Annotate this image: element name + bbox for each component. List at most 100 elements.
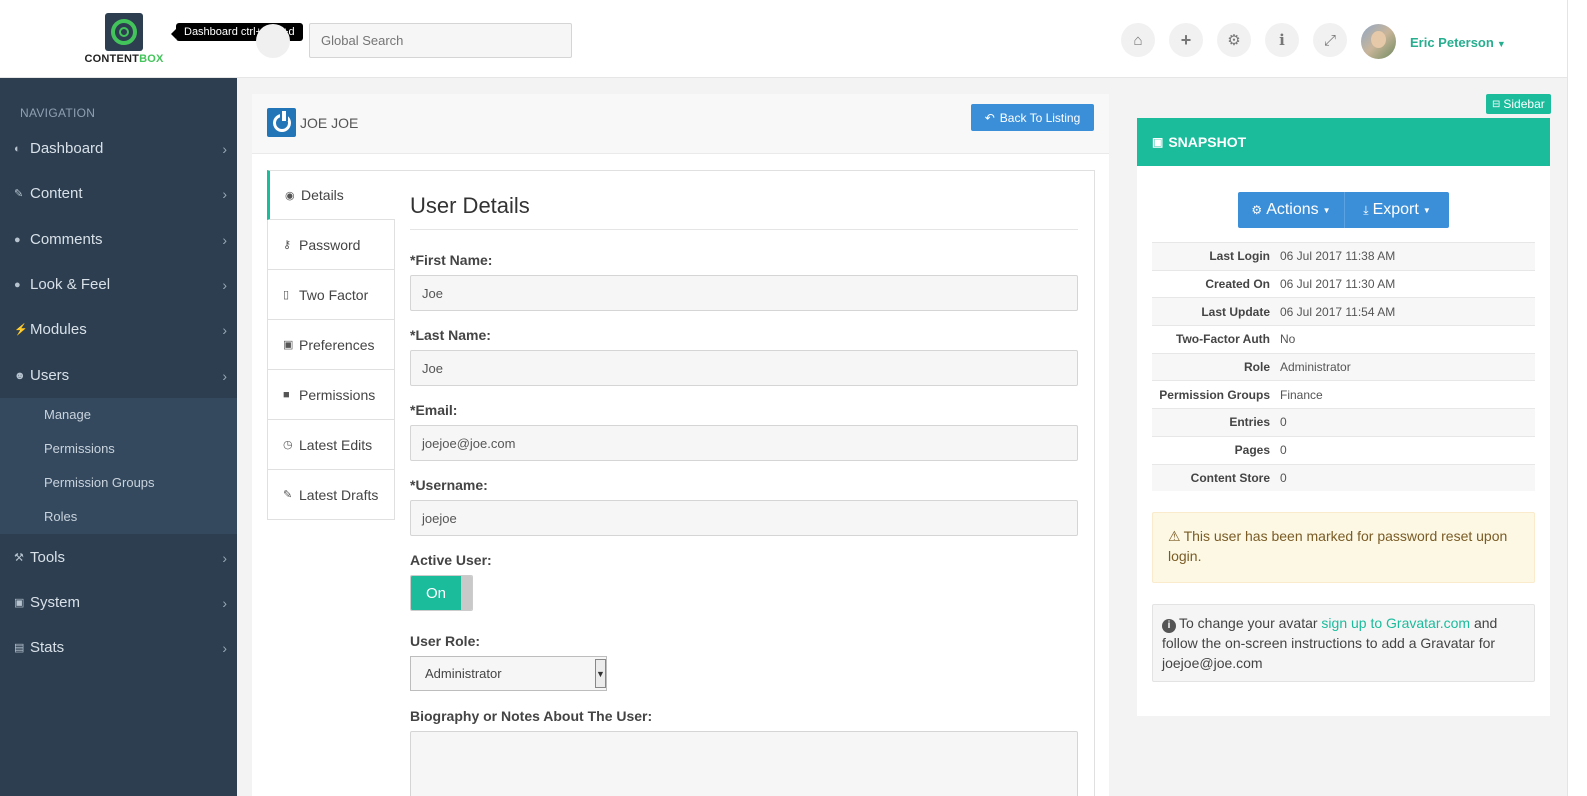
briefcase-icon: ▣ <box>14 597 25 609</box>
reply-icon: ↶ <box>984 110 995 125</box>
subnav-item-permission-groups[interactable]: Permission Groups <box>44 475 155 490</box>
snapshot-info-table: Last Login 06 Jul 2017 11:38 AM Created O… <box>1152 242 1535 492</box>
chevron-right-icon: › <box>222 367 227 384</box>
tab-password[interactable]: ⚷ Password <box>267 220 395 270</box>
back-to-listing-button[interactable]: ↶ Back To Listing <box>971 104 1094 131</box>
active-user-toggle[interactable]: On <box>410 575 473 611</box>
sidebar-item-modules[interactable]: ⚡ Modules › <box>0 307 237 352</box>
email-input[interactable]: joejoe@joe.com <box>410 425 1078 461</box>
gravatar-link[interactable]: sign up to Gravatar.com <box>1321 615 1470 631</box>
tab-preferences[interactable]: ▣ Preferences <box>267 320 395 370</box>
active-user-label: Active User: <box>410 552 492 568</box>
warning-icon: ⚠ <box>1168 528 1181 544</box>
chevron-right-icon: › <box>222 185 227 202</box>
mobile-icon: ▯ <box>283 289 290 301</box>
pencil-icon: ✎ <box>14 188 24 200</box>
sidebar-item-users[interactable]: ☻ Users › <box>0 353 237 398</box>
details-form: User Details *First Name: Joe *Last Name… <box>395 170 1095 796</box>
sidebar-item-content[interactable]: ✎ Content › <box>0 171 237 216</box>
tint-icon: ● <box>14 278 21 291</box>
clock-icon: ◷ <box>283 439 293 451</box>
sidebar-item-comments[interactable]: ● Comments › <box>0 217 237 262</box>
chevron-right-icon: › <box>222 140 227 157</box>
actions-button[interactable]: ⚙ Actions ▼ <box>1238 192 1345 228</box>
bolt-icon: ⚡ <box>14 324 28 336</box>
dashboard-icon: ◐ <box>14 142 21 155</box>
info-row: Role Administrator <box>1152 352 1535 381</box>
logo-text: CONTENTBOX <box>84 53 164 65</box>
user-role-label: User Role: <box>410 633 481 649</box>
tab-two-factor[interactable]: ▯ Two Factor <box>267 270 395 320</box>
users-subnav: Manage Permissions Permission Groups Rol… <box>0 398 237 534</box>
export-button[interactable]: ⤓ Export ▼ <box>1345 192 1449 228</box>
nav-title: NAVIGATION <box>20 106 96 120</box>
avatar[interactable] <box>1361 24 1396 59</box>
email-label: *Email: <box>410 402 458 418</box>
last-name-input[interactable]: Joe <box>410 350 1078 386</box>
caret-down-icon: ▼ <box>1422 205 1431 215</box>
subnav-item-roles[interactable]: Roles <box>44 509 77 524</box>
first-name-input[interactable]: Joe <box>410 275 1078 311</box>
info-circle-icon: i <box>1162 619 1176 633</box>
user-menu[interactable]: Eric Peterson ▼ <box>1410 35 1506 50</box>
download-icon: ⤓ <box>1363 202 1369 217</box>
tab-permissions[interactable]: ■ Permissions <box>267 370 395 420</box>
panel-header: JOE JOE ↶ Back To Listing <box>252 94 1109 154</box>
key-icon: ⚷ <box>283 239 292 251</box>
user-role-select[interactable]: Administrator ▼ <box>410 656 607 691</box>
sidebar-item-dashboard[interactable]: ◐ Dashboard › <box>0 126 237 171</box>
tab-details[interactable]: ◉ Details <box>267 170 395 220</box>
global-search-input[interactable] <box>309 23 572 58</box>
page-title: JOE JOE <box>300 115 359 131</box>
caret-down-icon: ▼ <box>1322 205 1331 215</box>
info-row: Pages 0 <box>1152 435 1535 464</box>
expand-icon[interactable]: ⤢ <box>1313 23 1347 57</box>
gears-icon: ⚙ <box>1251 203 1263 217</box>
sidebar-item-tools[interactable]: ⚒ Tools › <box>0 535 237 580</box>
toggle-handle <box>461 576 472 610</box>
section-title: User Details <box>410 193 530 218</box>
info-row: Last Update 06 Jul 2017 11:54 AM <box>1152 297 1535 326</box>
pencil-icon: ✎ <box>283 489 293 501</box>
sidebar-item-stats[interactable]: ▤ Stats › <box>0 625 237 670</box>
caret-down-icon: ▼ <box>1496 39 1506 49</box>
top-header: CONTENTBOX Dashboard ctrl+shift+d ⌂ + ⚙ … <box>0 0 1567 78</box>
home-icon[interactable]: ⌂ <box>1121 23 1155 57</box>
search-toggle-button[interactable] <box>256 24 290 58</box>
page-scrollbar[interactable] <box>1567 0 1587 796</box>
sidebar-toggle-button[interactable]: ⊟ Sidebar <box>1486 94 1551 114</box>
sidebar-item-system[interactable]: ▣ System › <box>0 580 237 625</box>
first-name-label: *First Name: <box>410 252 493 268</box>
subnav-item-permissions[interactable]: Permissions <box>44 441 115 456</box>
plus-icon[interactable]: + <box>1169 23 1203 57</box>
section-divider <box>410 229 1078 230</box>
last-name-label: *Last Name: <box>410 327 491 343</box>
password-reset-warning: ⚠ This user has been marked for password … <box>1152 512 1535 583</box>
biography-label: Biography or Notes About The User: <box>410 708 653 724</box>
wrench-icon: ⚒ <box>14 552 24 564</box>
info-row: Last Login 06 Jul 2017 11:38 AM <box>1152 242 1535 270</box>
info-row: Permission Groups Finance <box>1152 380 1535 408</box>
tab-latest-edits[interactable]: ◷ Latest Edits <box>267 420 395 470</box>
gear-icon[interactable]: ⚙ <box>1217 23 1251 57</box>
eye-icon: ◉ <box>285 189 295 202</box>
info-icon[interactable]: i <box>1265 23 1299 57</box>
biography-textarea[interactable] <box>410 731 1078 796</box>
sidebar-nav: NAVIGATION ◐ Dashboard › ✎ Content › ● Commen… <box>0 78 237 796</box>
user-icon: ☻ <box>14 369 26 382</box>
gravatar-info: i To change your avatar sign up to Gravat… <box>1152 604 1535 682</box>
sidebar-item-look-feel[interactable]: ● Look & Feel › <box>0 262 237 307</box>
minus-square-icon: ⊟ <box>1492 98 1501 110</box>
subnav-item-manage[interactable]: Manage <box>44 407 91 422</box>
info-row: Two-Factor Auth No <box>1152 325 1535 353</box>
contentbox-logo[interactable]: CONTENTBOX <box>79 13 169 65</box>
lock-icon: ■ <box>283 388 290 401</box>
info-row: Content Store 0 <box>1152 463 1535 492</box>
info-row: Created On 06 Jul 2017 11:30 AM <box>1152 269 1535 298</box>
user-editor-panel: JOE JOE ↶ Back To Listing ◉ Details ⚷ Passw… <box>252 94 1109 796</box>
power-icon <box>267 108 296 137</box>
user-tabs: ◉ Details ⚷ Password ▯ Two Factor ▣ Preferen… <box>267 170 395 520</box>
chevron-right-icon: › <box>222 549 227 566</box>
username-input[interactable]: joejoe <box>410 500 1078 536</box>
tab-latest-drafts[interactable]: ✎ Latest Drafts <box>267 470 395 520</box>
